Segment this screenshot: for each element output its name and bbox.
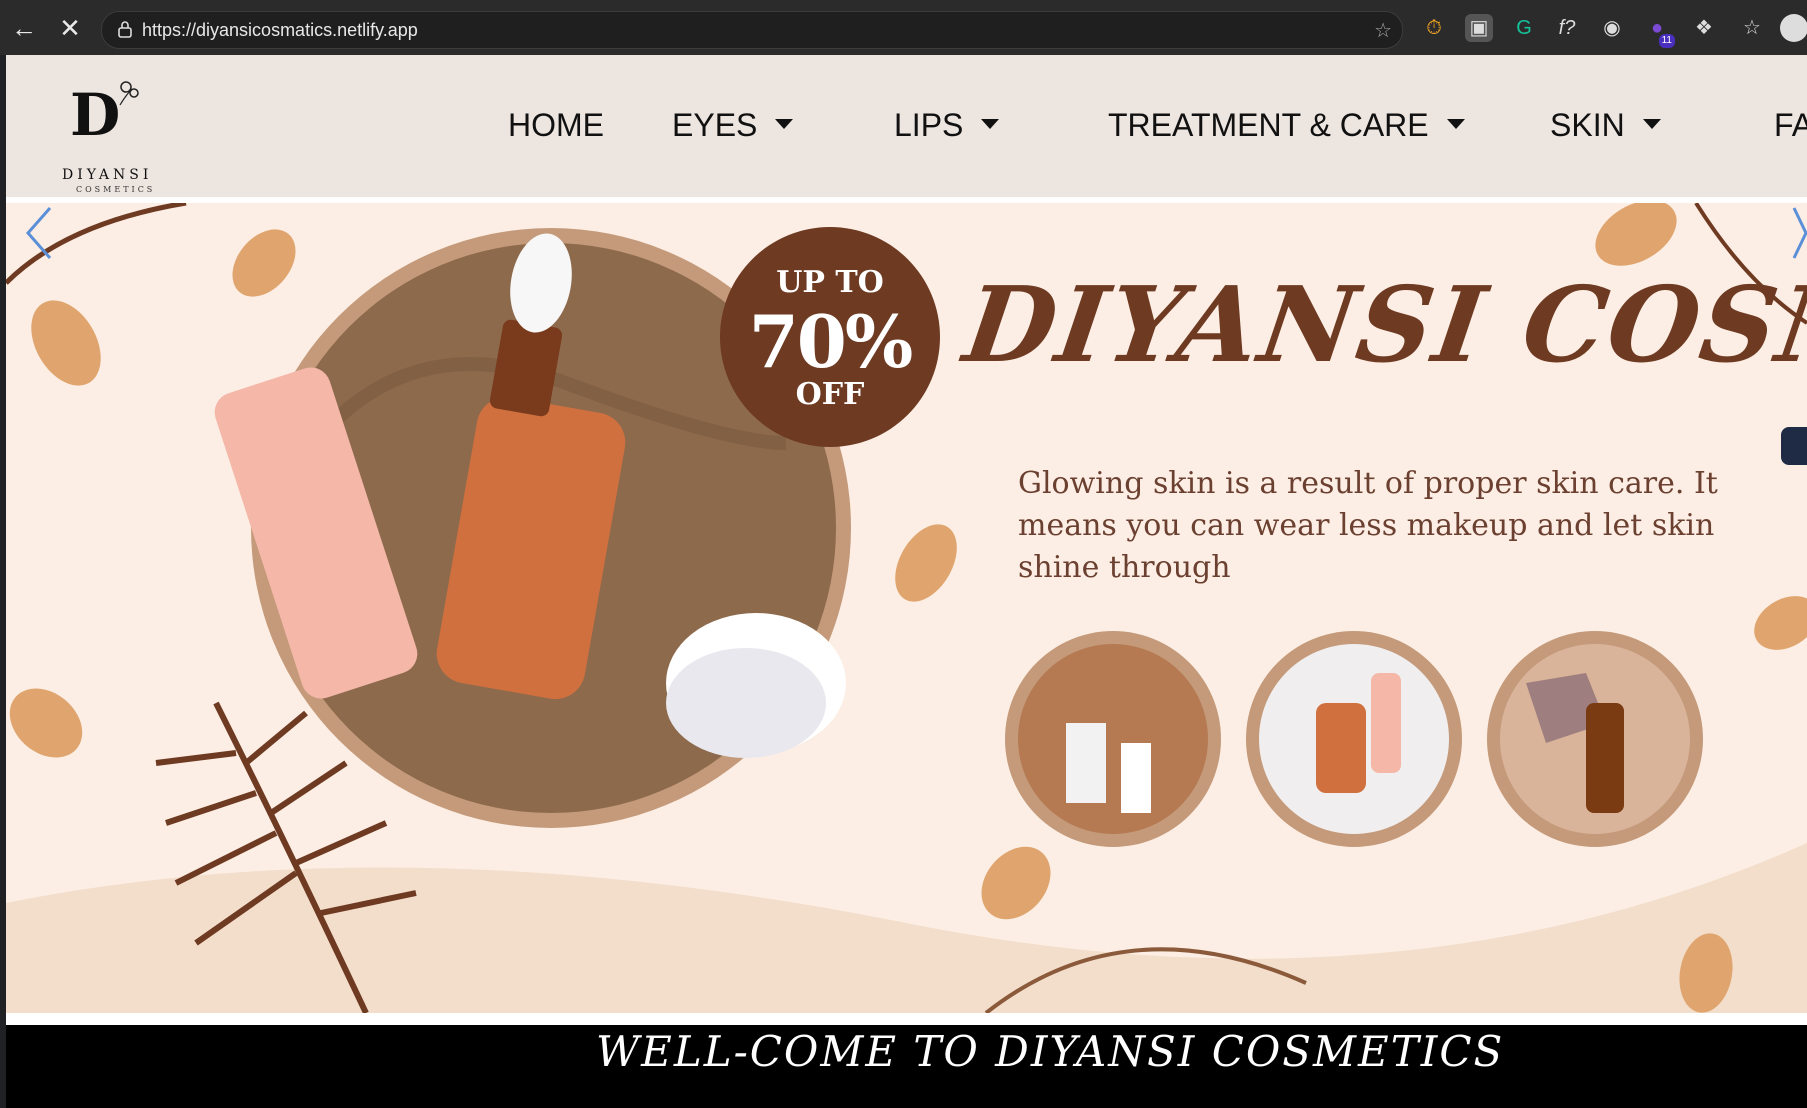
hero-tagline: Glowing skin is a result of proper skin … [1018,466,1718,585]
nav-item-label: HOME [508,107,604,143]
logo-sub-text: COSMETICS [76,185,156,194]
nav-item-label: LIPS [894,107,964,143]
extension-count-badge: 11 [1658,34,1675,48]
nav-item-label: EYES [672,107,758,143]
carousel-prev-arrow-icon[interactable] [20,203,60,263]
hero-title: DIYANSI COSMATIC [957,263,1807,386]
favorite-star-icon[interactable]: ☆ [1374,18,1392,43]
browser-toolbar: ← ✕ https://diyansicosmatics.netlify.app… [0,0,1807,55]
flower-icon [119,81,139,106]
nav-item-treatment-care[interactable]: TREATMENT & CARE [1108,107,1465,144]
site-logo[interactable]: D DIYANSI COSMETICS [56,75,166,194]
caret-down-icon [1642,118,1661,129]
web-page: D DIYANSI COSMETICS HOME EYES LIPS TREAT… [6,55,1807,1108]
promo-percent: 70% [748,299,914,384]
logo-brand-text: DIYANSI [62,167,153,183]
favorites-icon[interactable]: ☆ [1738,14,1766,42]
discount-badge: UP TO 70% OFF [720,227,940,447]
carousel-next-arrow-icon[interactable] [1792,203,1807,263]
nav-item-eyes[interactable]: EYES [672,107,794,144]
caret-down-icon [1446,118,1465,129]
side-widget-tab[interactable] [1781,427,1807,465]
caret-down-icon [981,118,1000,129]
nav-item-skin[interactable]: SKIN [1550,107,1661,144]
extensions-puzzle-icon[interactable]: ❖ [1690,14,1718,42]
promo-line1: UP TO [776,265,884,300]
font-finder-icon[interactable]: f? [1553,14,1581,42]
caret-down-icon [775,118,794,129]
hero-carousel: UP TO 70% OFF DIYANSI COSMATIC Glowing s… [6,203,1807,1013]
extension-badge-icon[interactable]: ● 11 [1643,14,1675,48]
lock-icon [118,21,132,38]
address-bar[interactable]: https://diyansicosmatics.netlify.app ☆ [101,11,1403,49]
welcome-banner: WELL-COME TO DIYANSI COSMETICS [6,1025,1807,1108]
nav-item-label: FA [1774,107,1807,143]
nav-item-lips[interactable]: LIPS [894,107,1000,144]
extension-timer-icon[interactable]: ⏱ [1420,14,1448,42]
welcome-text: WELL-COME TO DIYANSI COSMETICS [596,1027,1505,1076]
close-icon[interactable]: ✕ [54,12,86,44]
promo-line3: OFF [795,377,865,412]
grammarly-icon[interactable]: G [1510,14,1538,42]
back-arrow-icon[interactable]: ← [8,12,40,44]
extension-record-icon[interactable]: ◉ [1598,14,1626,42]
extension-image-icon[interactable]: ▣ [1465,14,1493,42]
site-header: D DIYANSI COSMETICS HOME EYES LIPS TREAT… [6,55,1807,197]
url-text[interactable]: https://diyansicosmatics.netlify.app [142,20,418,41]
profile-avatar[interactable] [1780,14,1807,42]
nav-item-label: SKIN [1550,107,1625,143]
nav-item-label: TREATMENT & CARE [1108,107,1429,143]
nav-item-fa[interactable]: FA [1774,107,1807,144]
nav-item-home[interactable]: HOME [508,107,604,144]
